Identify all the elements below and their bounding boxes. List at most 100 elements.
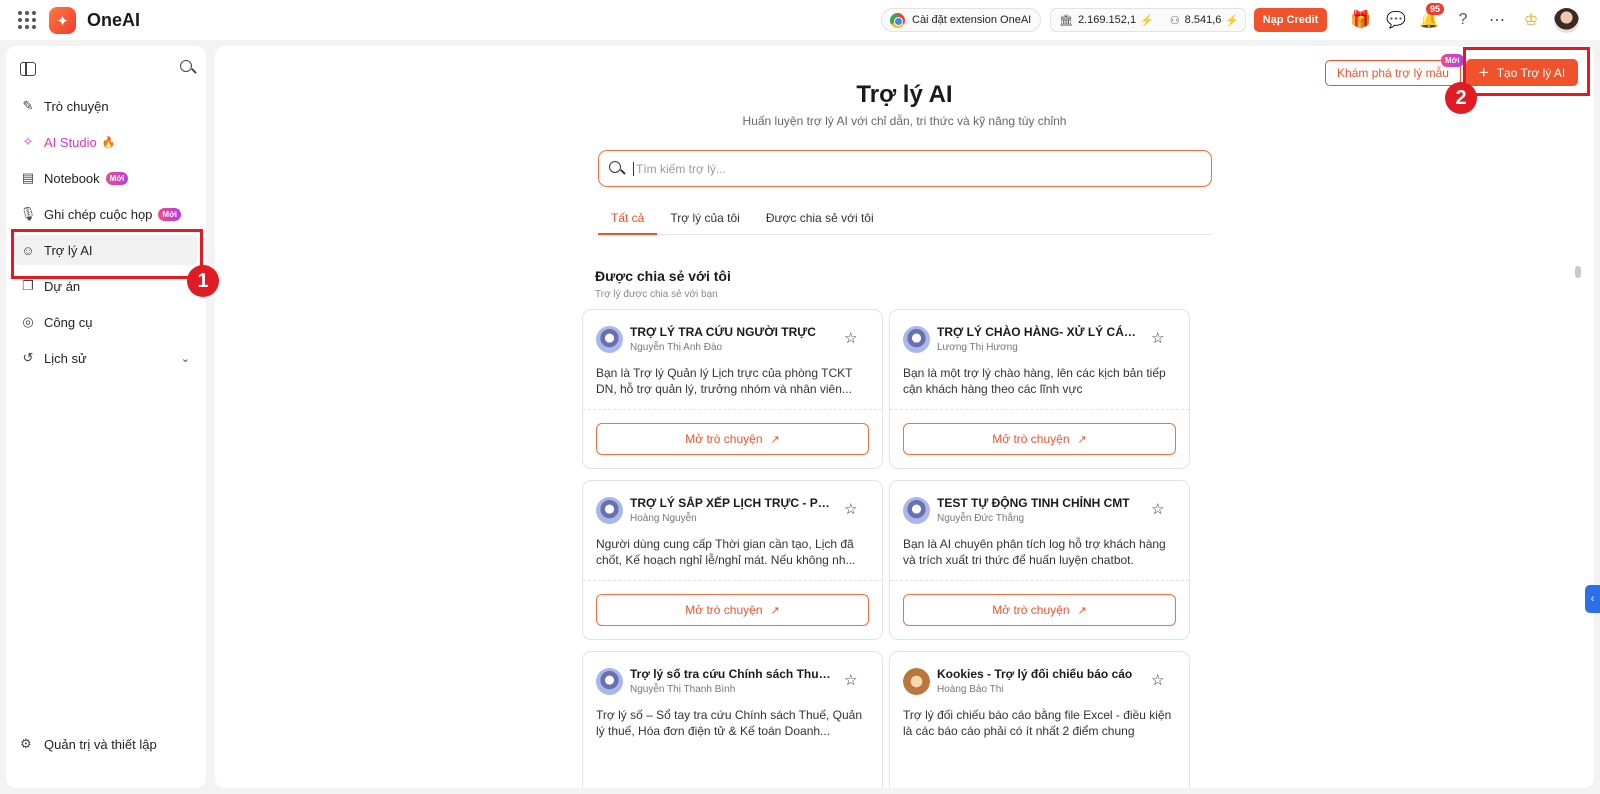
star-icon[interactable]: ☆ [1151, 329, 1164, 347]
star-icon[interactable]: ☆ [844, 329, 857, 347]
star-icon[interactable]: ☆ [844, 500, 857, 518]
assistant-card[interactable]: TEST TỰ ĐỘNG TINH CHỈNH CMT Nguyễn Đức T… [889, 480, 1190, 640]
open-chat-button[interactable]: Mở trò chuyện ↗ [903, 594, 1176, 626]
credit-user-value: 8.541,6 [1184, 14, 1222, 26]
messenger-icon[interactable]: 💬 [1385, 9, 1407, 31]
assistant-card[interactable]: Kookies - Trợ lý đối chiếu báo cáo Hoàng… [889, 651, 1190, 788]
topup-credit-button[interactable]: Nạp Credit [1254, 8, 1327, 32]
sidebar-item-notebook[interactable]: ▤ Notebook Mới [14, 163, 198, 193]
assistant-card[interactable]: TRỢ LÝ SẮP XẾP LỊCH TRỰC - PH... Hoàng N… [582, 480, 883, 640]
assistant-title: TRỢ LÝ SẮP XẾP LỊCH TRỰC - PH... [630, 496, 836, 510]
new-badge: Mới [105, 171, 129, 185]
assistant-description: Bạn là một trợ lý chào hàng, lên các kịc… [903, 366, 1166, 396]
assistant-description: Trợ lý đối chiếu báo cáo bằng file Excel… [903, 708, 1172, 738]
assistant-author: Nguyễn Thị Thanh Bình [630, 684, 736, 695]
assistant-author: Hoàng Bảo Thi [937, 684, 1004, 695]
sidebar-item-label: Ghi chép cuộc họp [44, 206, 153, 222]
step-marker-1: 1 [187, 265, 219, 297]
arrow-up-right-icon: ↗ [770, 604, 780, 617]
search-icon [609, 160, 625, 177]
scrollbar[interactable] [1575, 266, 1581, 278]
assistant-avatar [903, 668, 930, 695]
assistant-description: Trợ lý số – Sổ tay tra cứu Chính sách Th… [596, 708, 863, 738]
top-bar: ✦ OneAI Cài đặt extension OneAI 🏛 2.169.… [0, 0, 1600, 40]
sidebar-item-label: Lịch sử [44, 350, 87, 366]
install-extension-button[interactable]: Cài đặt extension OneAI [881, 8, 1041, 32]
new-badge: Mới [1441, 54, 1464, 67]
toggle-sidebar-icon[interactable] [20, 62, 36, 76]
assistant-title: TRỢ LÝ TRA CỨU NGƯỜI TRỰC [630, 325, 816, 339]
search-input[interactable] [633, 161, 1193, 176]
notebook-icon: ▤ [21, 170, 35, 185]
assistant-card[interactable]: TRỢ LÝ TRA CỨU NGƯỜI TRỰC Nguyễn Thị Anh… [582, 309, 883, 469]
fire-icon: 🔥 [101, 136, 116, 149]
history-icon: ↺ [22, 350, 34, 365]
open-chat-label: Mở trò chuyện [992, 603, 1070, 617]
bolt-icon: ⚡ [1225, 14, 1240, 27]
chevron-down-icon[interactable]: ⌄ [181, 352, 190, 365]
assistant-avatar [903, 497, 930, 524]
tab-all[interactable]: Tất cả [598, 203, 658, 235]
user-icon: ⚇ [1169, 14, 1180, 27]
notification-count-badge: 95 [1426, 3, 1445, 15]
star-icon[interactable]: ☆ [1151, 671, 1164, 689]
search-icon[interactable] [180, 60, 196, 76]
bank-icon: 🏛 [1059, 14, 1073, 27]
assistant-card[interactable]: TRỢ LÝ CHÀO HÀNG- XỬ LÝ CÁC ... Lương Th… [889, 309, 1190, 469]
admin-settings-link[interactable]: ⚙ Quản trị và thiết lập [14, 730, 198, 758]
tab-shared-with-me[interactable]: Được chia sẻ với tôi [753, 203, 887, 235]
assistant-author: Lương Thị Hương [937, 342, 1018, 353]
collapse-panel-button[interactable]: ‹ [1585, 585, 1600, 613]
assistant-tabs: Tất cả Trợ lý của tôi Được chia sẻ với t… [598, 203, 1212, 235]
assistant-author: Hoàng Nguyễn [630, 513, 697, 524]
arrow-up-right-icon: ↗ [770, 433, 780, 446]
gift-icon[interactable]: 🎁 [1350, 9, 1372, 31]
sidebar-item-history[interactable]: ↺ Lịch sử ⌄ [14, 343, 198, 373]
assistant-card[interactable]: Trợ lý số tra cứu Chính sách Thuế ... Ng… [582, 651, 883, 788]
highlight-box-2 [1463, 47, 1590, 96]
sidebar-item-label: AI Studio [44, 134, 97, 150]
sidebar: ✎ Trò chuyện ✧ AI Studio 🔥 ▤ Notebook Mớ… [6, 46, 206, 788]
apps-grid-icon[interactable] [18, 11, 36, 29]
tab-my-assistants[interactable]: Trợ lý của tôi [657, 203, 752, 235]
project-icon: ❐ [22, 278, 34, 293]
assistant-avatar [903, 326, 930, 353]
assistant-search[interactable] [598, 150, 1212, 187]
assistant-title: Kookies - Trợ lý đối chiếu báo cáo [937, 667, 1133, 681]
assistant-title: TEST TỰ ĐỘNG TINH CHỈNH CMT [937, 496, 1130, 510]
assistant-avatar [596, 668, 623, 695]
assistant-description: Người dùng cung cấp Thời gian cần tạo, L… [596, 537, 856, 567]
main-content: Khám phá trợ lý mẫu Mới + Tạo Trợ lý AI … [215, 46, 1594, 788]
microphone-icon: 🎙 [19, 206, 37, 221]
sidebar-item-label: Notebook [44, 170, 100, 186]
open-chat-button[interactable]: Mở trò chuyện ↗ [596, 594, 869, 626]
page-title: Trợ lý AI [856, 81, 953, 108]
studio-icon: ✧ [22, 134, 34, 149]
credit-balance[interactable]: 🏛 2.169.152,1 ⚡ ⚇ 8.541,6 ⚡ [1050, 8, 1246, 32]
sidebar-item-tools[interactable]: ◎ Công cụ [14, 307, 198, 337]
chrome-icon [890, 12, 905, 28]
assistant-author: Nguyễn Đức Thắng [937, 513, 1025, 524]
gear-icon: ⚙ [20, 736, 32, 751]
rewards-icon[interactable]: ♔ [1520, 9, 1542, 31]
more-icon[interactable]: ⋯ [1486, 9, 1508, 31]
star-icon[interactable]: ☆ [844, 671, 857, 689]
highlight-box-1 [11, 229, 203, 279]
user-avatar[interactable] [1554, 8, 1579, 33]
sidebar-item-meeting-notes[interactable]: 🎙 Ghi chép cuộc họp Mới [14, 199, 198, 229]
credit-org-value: 2.169.152,1 [1077, 14, 1137, 26]
sidebar-item-label: Công cụ [44, 314, 93, 330]
sidebar-item-ai-studio[interactable]: ✧ AI Studio 🔥 [14, 127, 198, 157]
help-icon[interactable]: ? [1452, 9, 1474, 31]
star-icon[interactable]: ☆ [1151, 500, 1164, 518]
app-name[interactable]: OneAI [87, 10, 140, 31]
chat-edit-icon: ✎ [22, 98, 34, 113]
oneai-logo-icon[interactable]: ✦ [49, 7, 76, 34]
open-chat-button[interactable]: Mở trò chuyện ↗ [903, 423, 1176, 455]
open-chat-button[interactable]: Mở trò chuyện ↗ [596, 423, 869, 455]
sidebar-item-chat[interactable]: ✎ Trò chuyện [14, 91, 198, 121]
chevron-left-icon: ‹ [1590, 593, 1595, 605]
assistant-author: Nguyễn Thị Anh Đào [630, 342, 723, 353]
assistant-avatar [596, 326, 623, 353]
page-subtitle: Huấn luyện trợ lý AI với chỉ dẫn, tri th… [742, 114, 1067, 128]
